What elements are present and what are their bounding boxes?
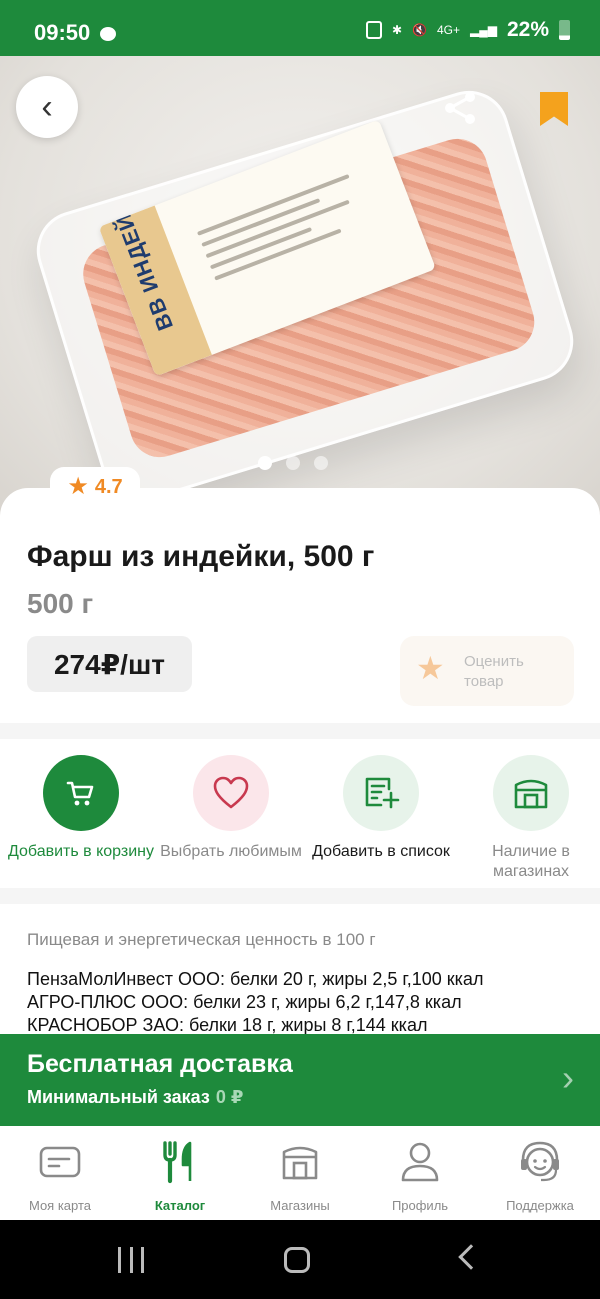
share-icon[interactable] — [442, 90, 478, 126]
bookmark-icon[interactable] — [540, 92, 568, 126]
card-icon — [39, 1146, 81, 1178]
heart-icon — [213, 776, 249, 809]
system-navigation-bar — [0, 1220, 600, 1299]
profile-icon — [401, 1142, 439, 1182]
product-title: Фарш из индейки, 500 г — [27, 540, 375, 573]
store-availability-label: Наличие в магазинах — [492, 843, 570, 880]
battery-percent: 22% — [506, 18, 549, 41]
chevron-left-icon: ‹ — [41, 88, 53, 126]
recent-apps-icon[interactable] — [118, 1247, 144, 1273]
nutrition-list: ПензаМолИнвест ООО: белки 20 г, жиры 2,5… — [27, 968, 483, 1037]
product-image-gallery[interactable]: ВВ ИНДЕЙКА ‹ — [0, 56, 600, 516]
package-label-text — [196, 168, 387, 289]
min-order-value: 0 ₽ — [215, 1087, 244, 1107]
chevron-right-icon: › — [562, 1057, 574, 1098]
store-availability-button[interactable]: Наличие в магазинах — [456, 740, 600, 888]
status-bar: 09:50 ✱ 🔇 4G+ ▂▄▆ 22% — [0, 0, 600, 56]
add-to-list-button[interactable]: Добавить в список — [306, 740, 456, 888]
rate-product-label: Оценить товар — [464, 653, 524, 690]
bluetooth-icon: ✱ — [391, 23, 403, 37]
gallery-dot[interactable] — [286, 456, 300, 470]
add-to-cart-label: Добавить в корзину — [7, 843, 154, 860]
product-info-card: Фарш из индейки, 500 г 500 г 274₽/шт ★ О… — [0, 488, 600, 723]
signal-icon: ▂▄▆ — [470, 23, 497, 37]
add-to-list-label: Добавить в список — [312, 843, 450, 860]
nutrition-line: АГРО-ПЛЮС ООО: белки 23 г, жиры 6,2 г,14… — [27, 992, 462, 1012]
nav-label: Профиль — [391, 1198, 449, 1213]
battery-icon — [559, 20, 570, 40]
product-price: 274₽/шт — [27, 636, 192, 692]
gallery-dot[interactable] — [314, 456, 328, 470]
nav-stores[interactable]: Магазины — [240, 1126, 360, 1220]
chat-notification-icon — [100, 27, 116, 41]
favorite-circle — [193, 755, 269, 831]
network-label: 4G+ — [436, 23, 460, 37]
mute-icon: 🔇 — [412, 23, 427, 37]
nav-my-card[interactable]: Моя карта — [0, 1126, 120, 1220]
product-weight: 500 г — [27, 588, 94, 619]
bottom-navigation: Моя карта Каталог Магазины Профиль Подде… — [0, 1126, 600, 1220]
favorite-button[interactable]: Выбрать любимым — [156, 740, 306, 888]
home-icon[interactable] — [284, 1247, 310, 1273]
nutrition-line: ПензаМолИнвест ООО: белки 20 г, жиры 2,5… — [27, 969, 484, 989]
store-availability-circle — [493, 755, 569, 831]
product-photo: ВВ ИНДЕЙКА — [26, 80, 584, 512]
nutrition-section: Пищевая и энергетическая ценность в 100 … — [0, 904, 600, 1037]
rate-product-button[interactable]: ★ Оценить товар — [400, 636, 574, 706]
store-icon — [282, 1146, 318, 1180]
min-order-label: Минимальный заказ — [27, 1087, 210, 1107]
nav-profile[interactable]: Профиль — [360, 1126, 480, 1220]
nav-catalog[interactable]: Каталог — [120, 1126, 240, 1220]
nutrition-title: Пищевая и энергетическая ценность в 100 … — [27, 930, 376, 949]
status-indicators: ✱ 🔇 4G+ ▂▄▆ 22% — [365, 18, 570, 42]
nav-label: Каталог — [154, 1198, 206, 1213]
delivery-min-order: Минимальный заказ 0 ₽ — [27, 1087, 243, 1108]
product-actions: Добавить в корзину Выбрать любимым Добав… — [0, 740, 600, 888]
rating-badge: ★ 4.7 — [50, 467, 140, 507]
star-icon: ★ — [67, 473, 89, 500]
add-to-cart-button[interactable]: Добавить в корзину — [6, 740, 156, 888]
list-add-icon — [365, 777, 400, 809]
add-to-cart-circle — [43, 755, 119, 831]
favorite-label: Выбрать любимым — [160, 843, 302, 860]
nav-label: Магазины — [270, 1198, 330, 1213]
add-to-list-circle — [343, 755, 419, 831]
system-back-icon[interactable] — [458, 1244, 484, 1270]
nav-label: Поддержка — [506, 1198, 574, 1213]
delivery-title: Бесплатная доставка — [27, 1050, 293, 1078]
store-icon — [514, 779, 548, 809]
rating-value: 4.7 — [94, 475, 123, 498]
back-button[interactable]: ‹ — [16, 76, 78, 138]
free-delivery-banner[interactable]: Бесплатная доставка Минимальный заказ 0 ₽… — [0, 1034, 600, 1126]
battery-saver-icon — [365, 21, 382, 39]
gallery-pagination — [258, 456, 328, 470]
support-icon — [521, 1141, 559, 1182]
section-divider — [0, 723, 600, 739]
cutlery-icon — [163, 1141, 192, 1184]
gallery-dot[interactable] — [258, 456, 272, 470]
star-icon: ★ — [416, 650, 445, 686]
nav-support[interactable]: Поддержка — [480, 1126, 600, 1220]
section-divider — [0, 888, 600, 904]
status-time: 09:50 — [34, 20, 91, 45]
cart-icon — [66, 781, 94, 806]
nav-label: Моя карта — [28, 1198, 92, 1213]
